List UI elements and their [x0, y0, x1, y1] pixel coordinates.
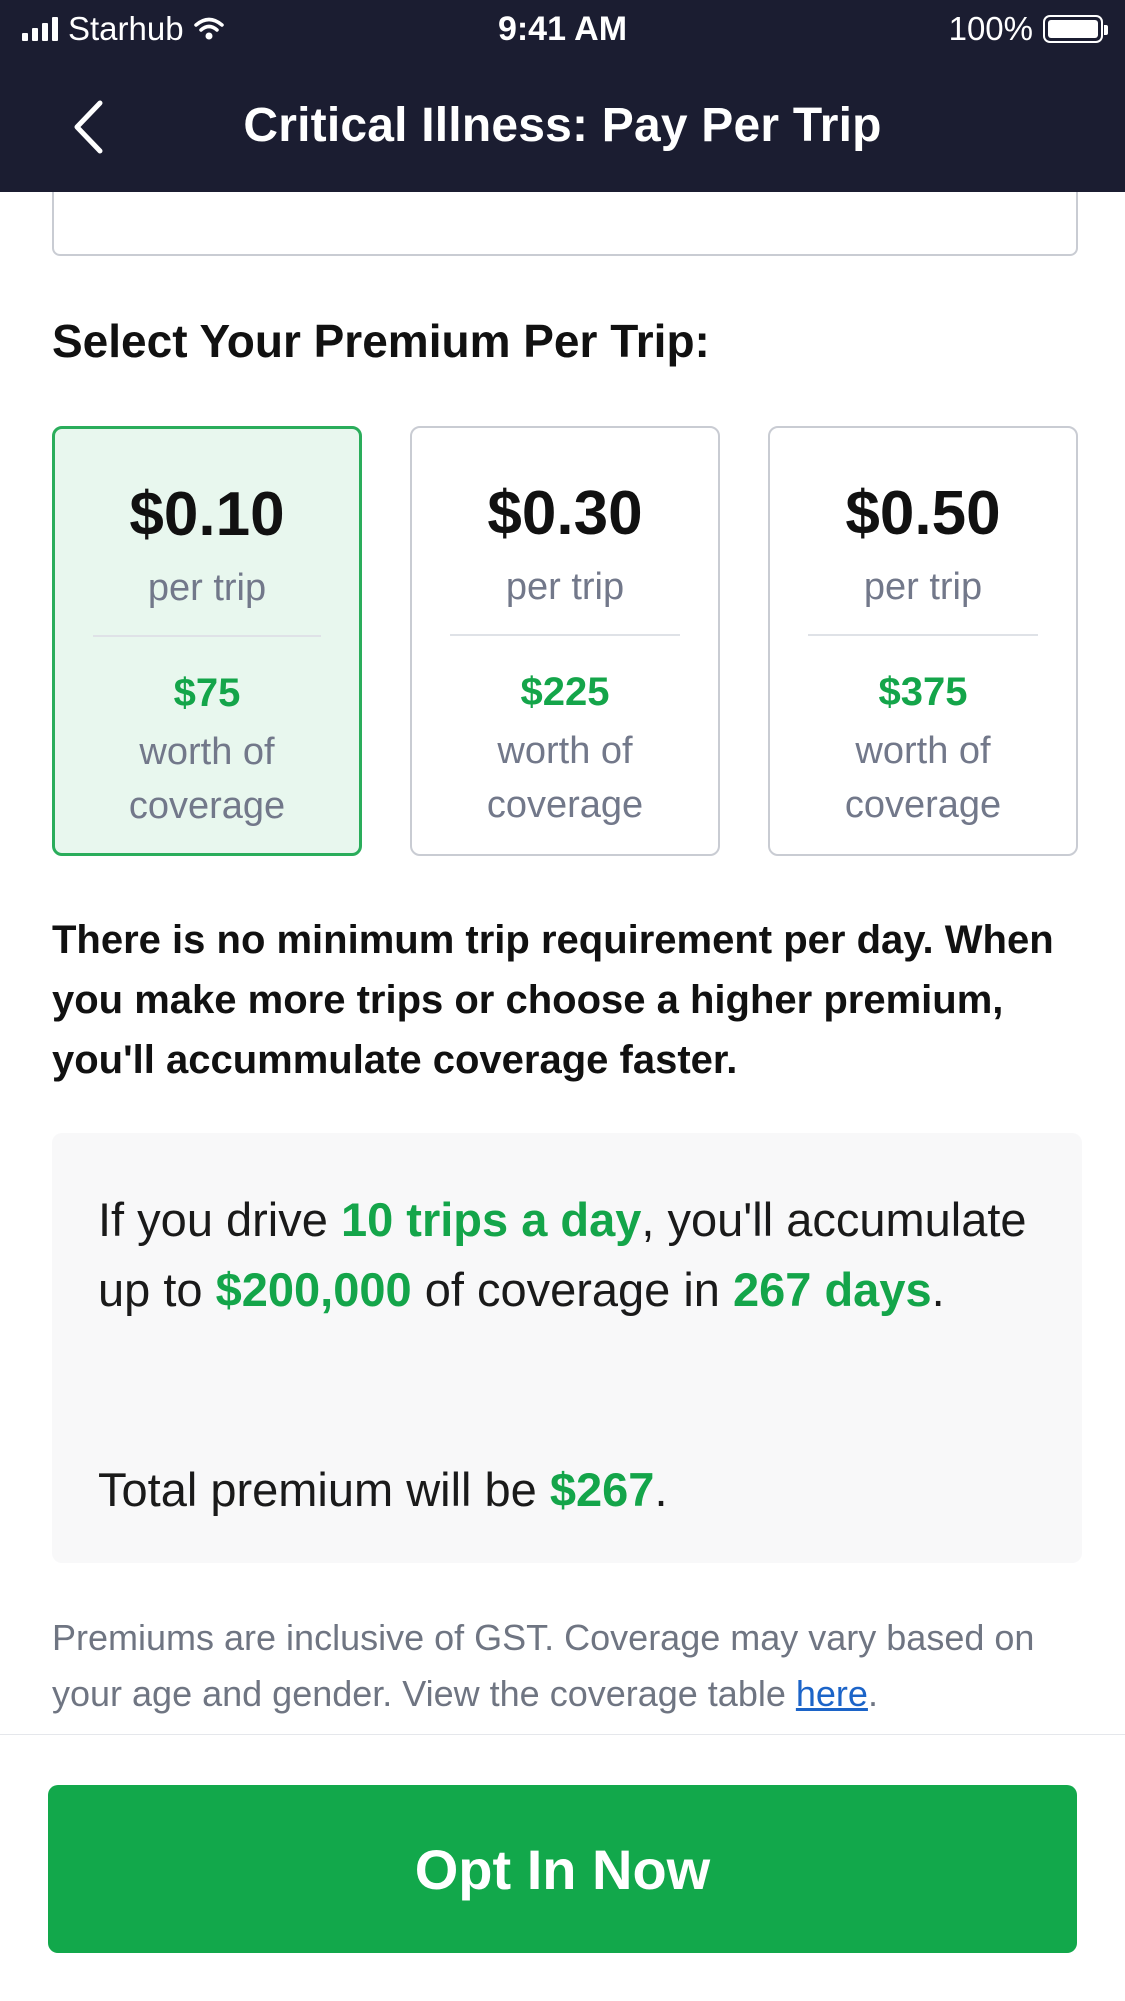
coverage-label: worth of coverage — [844, 730, 1002, 826]
coverage-label: worth of coverage — [128, 731, 286, 827]
coverage-projection-text: If you drive 10 trips a day, you'll accu… — [98, 1193, 1027, 1316]
coverage-total: $200,000 — [215, 1263, 412, 1316]
days-count: 267 days — [733, 1263, 932, 1316]
total-premium-text: Total premium will be $267. — [98, 1463, 668, 1516]
battery-percent: 100% — [948, 10, 1033, 47]
premium-option-card[interactable]: $0.10 per trip $75 worth of coverage — [52, 426, 362, 856]
premium-section-heading: Select Your Premium Per Trip: — [52, 315, 710, 367]
app-header: Starhub 9:41 AM 100% Critical Illness: P… — [0, 0, 1125, 192]
coverage-amount: $75 — [173, 671, 241, 715]
premium-options: $0.10 per trip $75 worth of coverage $0.… — [52, 426, 1078, 858]
premium-price: $0.30 — [487, 479, 643, 548]
card-divider — [450, 634, 680, 636]
battery-icon — [1043, 15, 1108, 43]
trips-per-day: 10 trips a day — [340, 1193, 642, 1246]
premium-unit: per trip — [147, 567, 267, 609]
coverage-label: worth of coverage — [486, 730, 644, 826]
card-divider — [93, 635, 321, 637]
coverage-amount: $375 — [878, 670, 968, 714]
disclaimer-text: Premiums are inclusive of GST. Coverage … — [52, 1617, 1035, 1714]
premium-price: $0.50 — [845, 479, 1001, 548]
coverage-amount: $225 — [520, 670, 610, 714]
page: Starhub 9:41 AM 100% Critical Illness: P… — [0, 0, 1125, 2001]
status-bar: Starhub 9:41 AM 100% — [0, 0, 1125, 62]
premium-option-card[interactable]: $0.30 per trip $225 worth of coverage — [410, 426, 720, 856]
premium-price: $0.10 — [129, 480, 285, 549]
nav-bar: Critical Illness: Pay Per Trip — [0, 62, 1125, 192]
opt-in-button[interactable]: Opt In Now — [48, 1785, 1077, 1953]
bottom-action-bar: Opt In Now — [0, 1734, 1125, 2001]
premium-unit: per trip — [863, 566, 983, 608]
page-title: Critical Illness: Pay Per Trip — [243, 99, 882, 152]
total-premium-amount: $267 — [549, 1463, 655, 1516]
coverage-table-link[interactable]: here — [796, 1673, 868, 1714]
trip-requirement-info: There is no minimum trip requirement per… — [52, 918, 1054, 1082]
coverage-calculation-box: If you drive 10 trips a day, you'll accu… — [52, 1133, 1082, 1563]
battery-group: 100% — [948, 10, 1108, 48]
card-divider — [808, 634, 1038, 636]
premium-unit: per trip — [505, 566, 625, 608]
premium-option-card[interactable]: $0.50 per trip $375 worth of coverage — [768, 426, 1078, 856]
